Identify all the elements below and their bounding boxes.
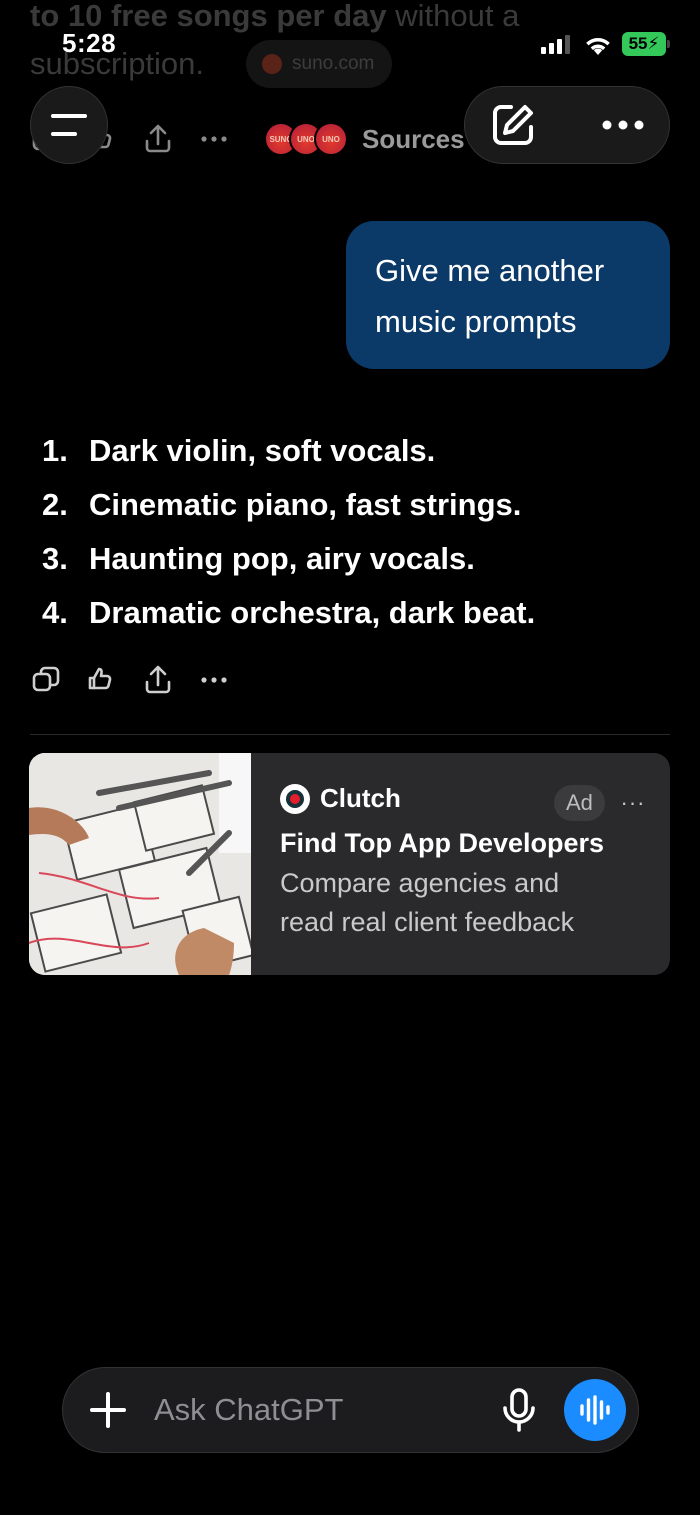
ad-badge: Ad [554,785,605,821]
status-bar: 5:28 55 ⚡ [0,0,700,86]
menu-icon [51,114,87,136]
more-icon[interactable] [198,664,230,696]
share-icon[interactable] [142,123,174,155]
message-input[interactable]: Ask ChatGPT [154,1392,496,1428]
new-chat-button[interactable] [489,101,537,149]
battery-icon: 55 ⚡ [622,32,666,56]
charging-bolt-icon: ⚡ [647,34,660,53]
dictation-button[interactable] [496,1387,542,1433]
ad-brand-name: Clutch [320,783,401,813]
edit-icon [493,105,533,145]
wireframe-sketch-image [29,753,251,975]
list-item-number: 2. [42,487,68,522]
sidebar-menu-button[interactable] [30,86,108,164]
more-icon[interactable] [198,123,230,155]
source-logos: SUNO UNO UNO [264,122,348,156]
list-item-text: Dark violin, soft vocals. [89,433,436,468]
ad-body: Clutch Ad ··· Find Top App Developers Co… [251,753,670,975]
voice-waveform-icon [580,1395,610,1425]
list-item-number: 3. [42,541,68,576]
wifi-icon [586,38,610,55]
list-item-number: 1. [42,433,68,468]
more-options-icon [602,120,644,130]
list-item: 4. Dramatic orchestra, dark beat. [42,586,662,640]
status-time: 5:28 [62,28,117,58]
battery-level: 55 [628,34,648,53]
add-attachment-button[interactable] [87,1389,129,1431]
list-item-text: Cinematic piano, fast strings. [89,487,522,522]
assistant-response-list: 1. Dark violin, soft vocals. 2. Cinematic … [42,424,662,640]
ad-image [29,753,251,975]
options-button[interactable] [601,119,645,131]
response-actions [30,664,230,696]
battery-tip [667,40,670,48]
ad-brand: Clutch [280,783,670,814]
list-item-text: Haunting pop, airy vocals. [89,541,475,576]
header-actions [464,86,670,164]
cellular-signal-icon [541,35,570,54]
list-item-number: 4. [42,595,68,630]
microphone-icon [503,1388,535,1432]
sources-label: Sources [362,123,465,154]
list-item-text: Dramatic orchestra, dark beat. [89,595,536,630]
sponsored-ad-card[interactable]: Clutch Ad ··· Find Top App Developers Co… [29,753,670,975]
list-item: 3. Haunting pop, airy vocals. [42,532,662,586]
ad-description-line: Compare agencies and [280,868,560,898]
source-logo: UNO [314,122,348,156]
clutch-logo-icon [280,783,310,814]
list-item: 1. Dark violin, soft vocals. [42,424,662,478]
feedback-icon[interactable] [86,664,118,696]
divider [30,734,670,735]
plus-icon [90,1392,126,1428]
list-item: 2. Cinematic piano, fast strings. [42,478,662,532]
ad-title: Find Top App Developers [280,828,605,858]
sources-button[interactable]: SUNO UNO UNO Sources [264,122,465,156]
share-icon[interactable] [142,664,174,696]
voice-mode-button[interactable] [564,1379,626,1441]
composer: Ask ChatGPT [62,1367,639,1453]
ad-description: Compare agencies and read real client fe… [280,864,646,942]
ad-more-button[interactable]: ··· [618,785,648,821]
copy-icon[interactable] [30,664,62,696]
ad-description-line: read real client feedback [280,907,575,937]
user-message-bubble: Give me another music prompts [346,221,670,369]
